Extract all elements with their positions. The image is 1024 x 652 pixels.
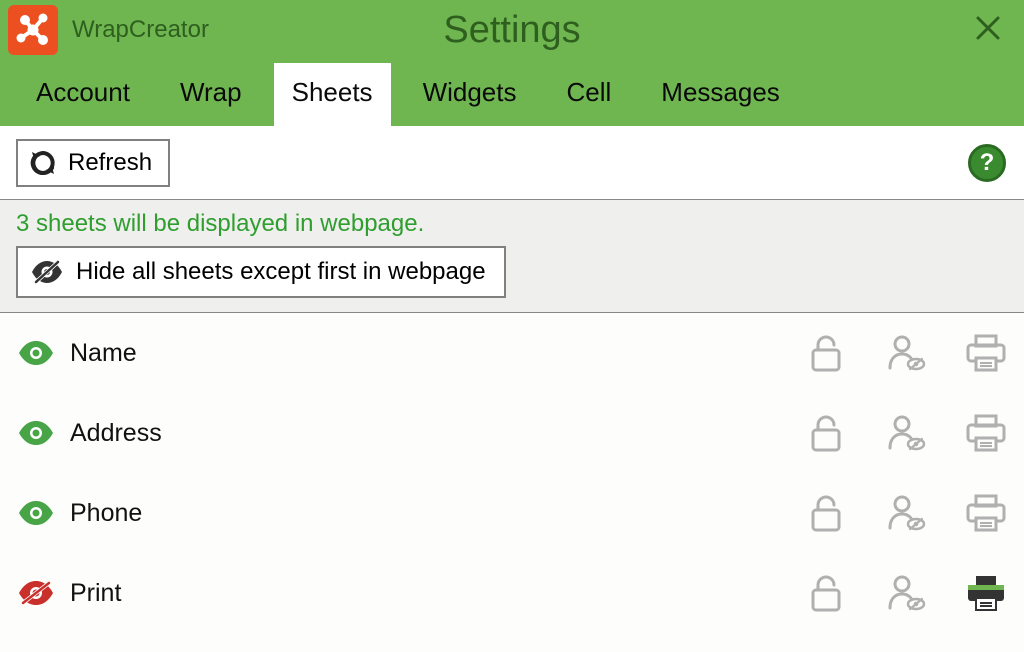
row-actions <box>804 571 1008 615</box>
unlock-icon <box>809 494 843 532</box>
user-visibility-button[interactable] <box>884 331 928 375</box>
printer-icon <box>965 494 1007 532</box>
sheet-name: Print <box>70 579 804 608</box>
eye-slash-icon <box>17 579 55 607</box>
lock-button[interactable] <box>804 331 848 375</box>
visibility-toggle[interactable] <box>14 411 58 455</box>
printer-icon <box>965 414 1007 452</box>
printer-icon <box>965 334 1007 372</box>
sheet-row: Print <box>0 553 1024 633</box>
tab-cell[interactable]: Cell <box>548 63 629 126</box>
user-visibility-button[interactable] <box>884 491 928 535</box>
app-logo <box>8 5 58 55</box>
help-icon: ? <box>980 149 995 177</box>
visibility-toggle[interactable] <box>14 571 58 615</box>
hide-all-label: Hide all sheets except first in webpage <box>76 258 486 286</box>
tab-wrap[interactable]: Wrap <box>162 63 260 126</box>
user-visibility-button[interactable] <box>884 571 928 615</box>
unlock-icon <box>809 414 843 452</box>
sheet-list: Name <box>0 313 1024 652</box>
print-sheet-button[interactable] <box>964 331 1008 375</box>
printer-active-icon <box>965 574 1007 612</box>
sheet-name: Name <box>70 339 804 368</box>
sheet-name: Phone <box>70 499 804 528</box>
row-actions <box>804 411 1008 455</box>
sheet-row: Address <box>0 393 1024 473</box>
print-sheet-button[interactable] <box>964 411 1008 455</box>
refresh-icon <box>28 148 58 178</box>
page-title: Settings <box>443 9 580 52</box>
lock-button[interactable] <box>804 411 848 455</box>
sheet-row: Name <box>0 313 1024 393</box>
tab-widgets[interactable]: Widgets <box>405 63 535 126</box>
hide-all-button[interactable]: Hide all sheets except first in webpage <box>16 246 506 298</box>
row-actions <box>804 331 1008 375</box>
help-button[interactable]: ? <box>968 144 1006 182</box>
tab-account[interactable]: Account <box>18 63 148 126</box>
sheet-row: Phone <box>0 473 1024 553</box>
user-eye-icon <box>886 494 926 532</box>
eye-icon <box>17 419 55 447</box>
eye-icon <box>17 499 55 527</box>
sheet-name: Address <box>70 419 804 448</box>
close-button[interactable] <box>970 10 1006 46</box>
title-bar: WrapCreator Settings <box>0 0 1024 60</box>
status-section: 3 sheets will be displayed in webpage. H… <box>0 200 1024 313</box>
eye-icon <box>17 339 55 367</box>
eye-slash-icon <box>30 258 64 286</box>
unlock-icon <box>809 334 843 372</box>
tabs-bar: Account Wrap Sheets Widgets Cell Message… <box>0 60 1024 126</box>
user-visibility-button[interactable] <box>884 411 928 455</box>
refresh-label: Refresh <box>68 149 152 177</box>
print-sheet-button[interactable] <box>964 571 1008 615</box>
unlock-icon <box>809 574 843 612</box>
visibility-toggle[interactable] <box>14 491 58 535</box>
settings-window: WrapCreator Settings Account Wrap Sheets… <box>0 0 1024 652</box>
row-actions <box>804 491 1008 535</box>
tab-messages[interactable]: Messages <box>643 63 798 126</box>
user-eye-icon <box>886 334 926 372</box>
refresh-button[interactable]: Refresh <box>16 139 170 187</box>
print-sheet-button[interactable] <box>964 491 1008 535</box>
app-name: WrapCreator <box>72 16 209 44</box>
user-eye-icon <box>886 574 926 612</box>
status-message: 3 sheets will be displayed in webpage. <box>16 210 1008 238</box>
lock-button[interactable] <box>804 571 848 615</box>
toolbar: Refresh ? <box>0 126 1024 200</box>
tab-sheets[interactable]: Sheets <box>274 63 391 126</box>
visibility-toggle[interactable] <box>14 331 58 375</box>
lock-button[interactable] <box>804 491 848 535</box>
user-eye-icon <box>886 414 926 452</box>
